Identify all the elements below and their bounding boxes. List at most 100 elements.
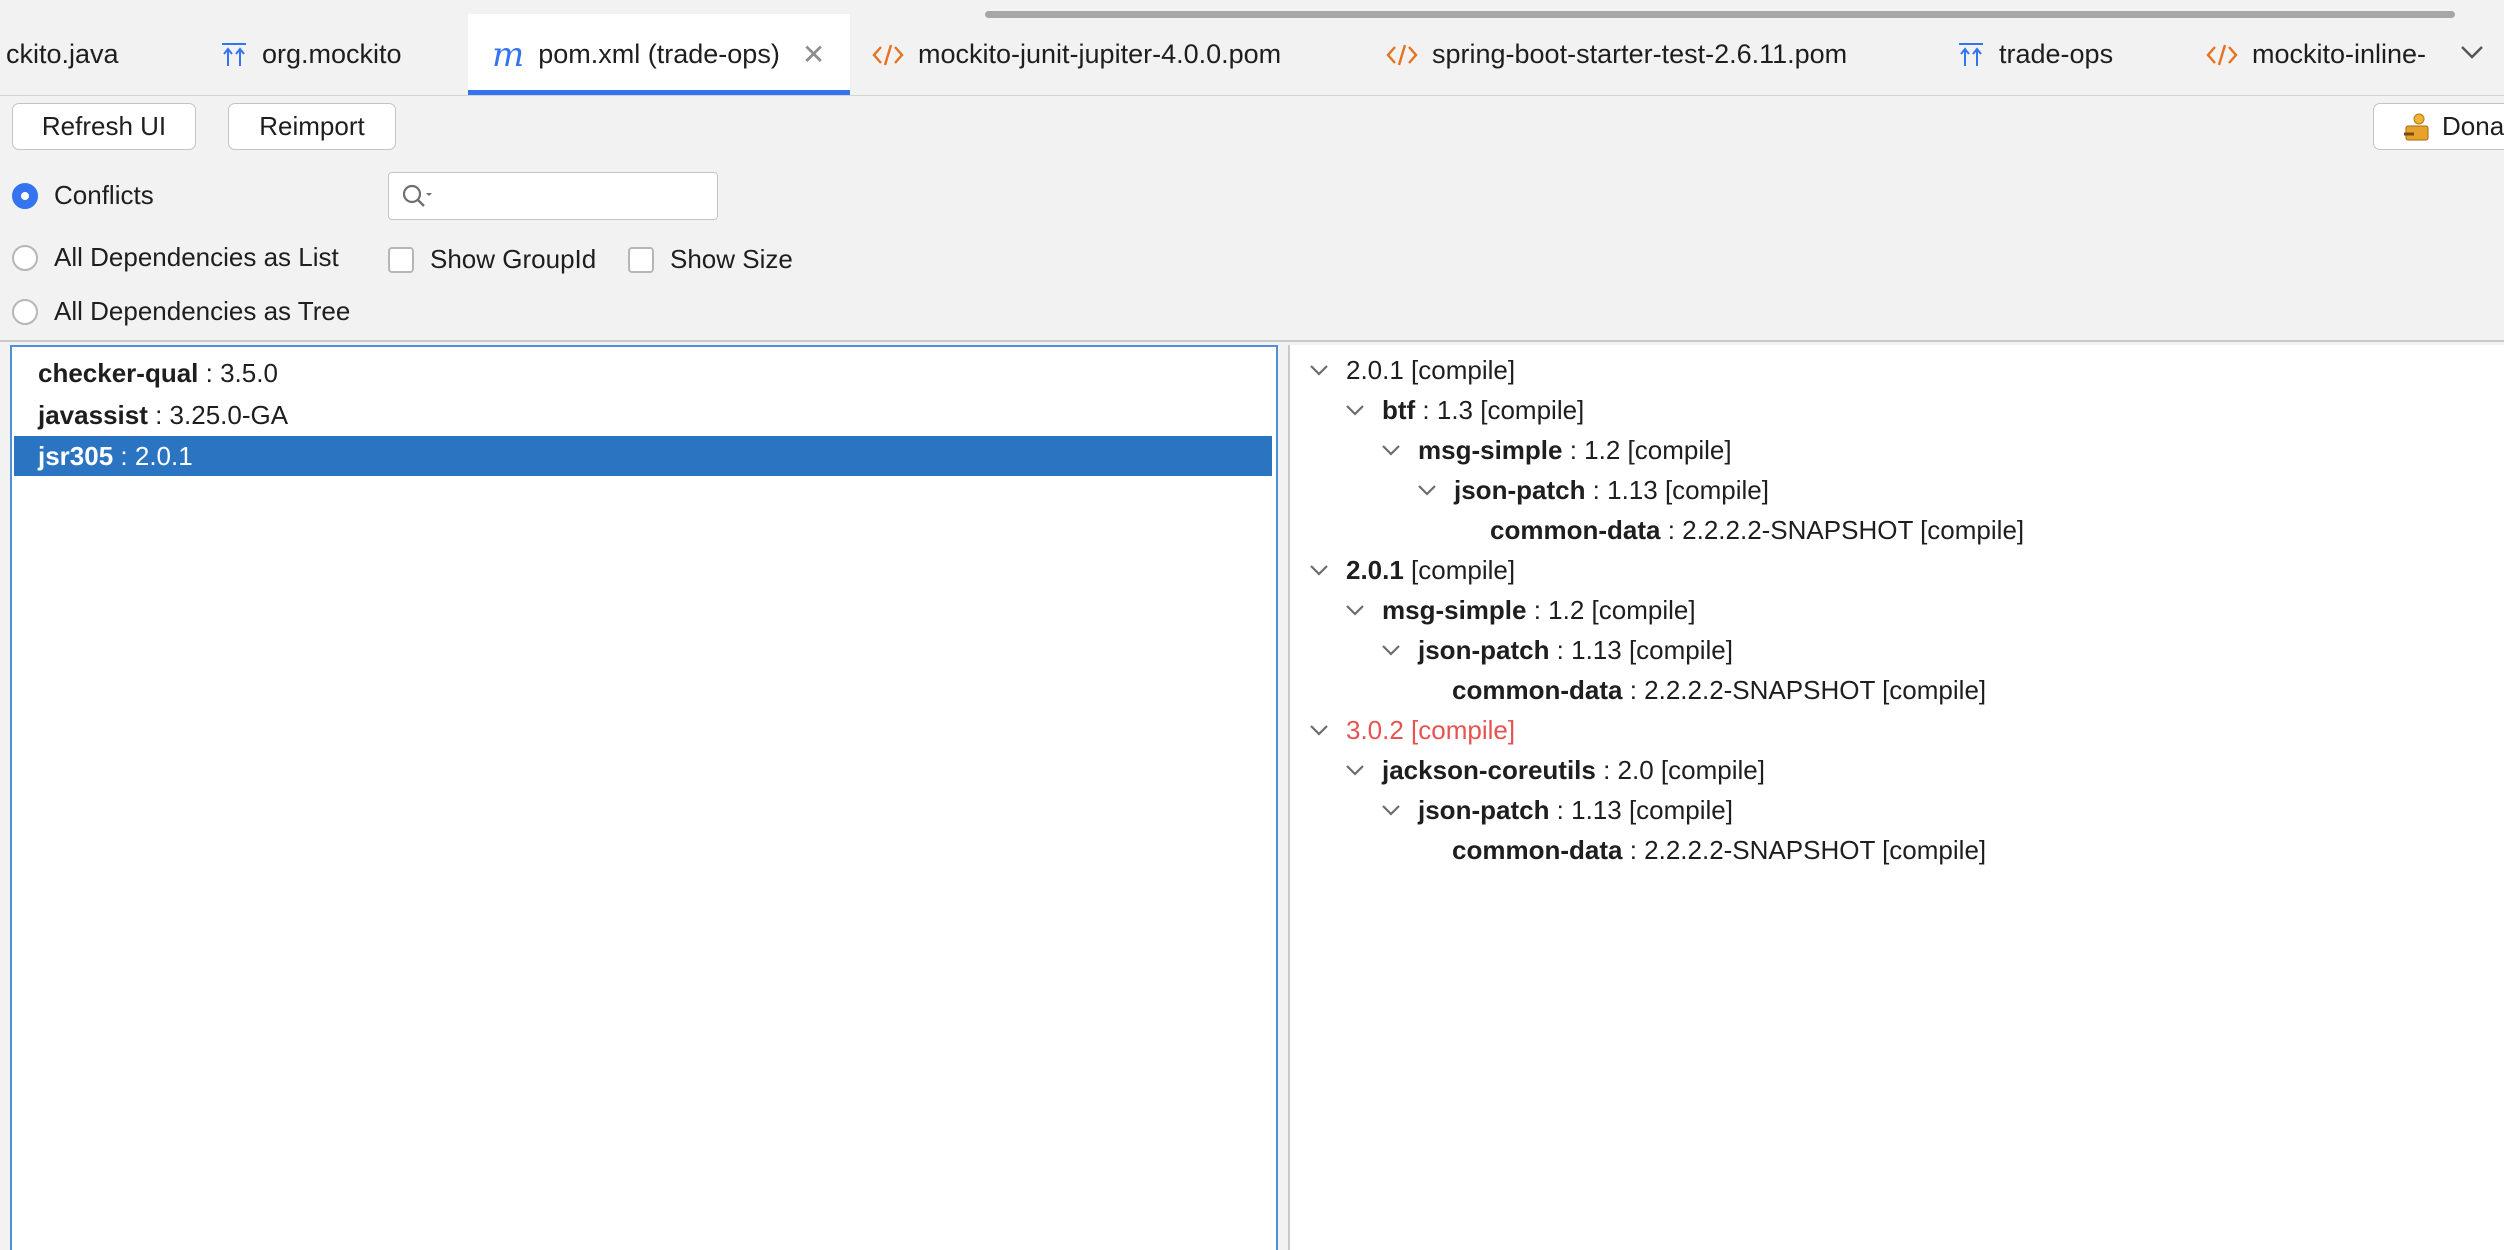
module-icon — [220, 42, 248, 68]
tree-node-conflict[interactable]: 3.0.2 [compile] — [1304, 710, 1515, 750]
tree-node[interactable]: msg-simple : 1.2 [compile] — [1376, 430, 1732, 470]
search-field[interactable] — [388, 172, 718, 220]
node-detail: [compile] — [1403, 554, 1516, 585]
reimport-label: Reimport — [259, 111, 365, 141]
chevron-down-icon[interactable] — [1304, 715, 1334, 745]
dependency-version: : 3.5.0 — [198, 357, 278, 388]
show-groupid-checkbox[interactable]: Show GroupId — [388, 244, 596, 275]
chevron-down-icon[interactable] — [1376, 635, 1406, 665]
tree-node[interactable]: common-data : 2.2.2.2-SNAPSHOT [compile] — [1490, 510, 2024, 550]
chevron-down-icon[interactable] — [1340, 595, 1370, 625]
chevron-down-icon[interactable] — [1304, 555, 1334, 585]
radio-button[interactable] — [12, 182, 38, 209]
dependency-usage-tree[interactable]: 2.0.1 [compile] btf : 1.3 [compile] msg-… — [1288, 345, 2504, 1250]
chevron-down-icon[interactable] — [1412, 475, 1442, 505]
checkbox[interactable] — [388, 246, 414, 273]
show-size-checkbox[interactable]: Show Size — [628, 244, 793, 275]
node-name: common-data — [1490, 514, 1661, 545]
tree-label: All Dependencies as Tree — [54, 296, 351, 326]
xml-file-icon — [2206, 42, 2238, 68]
chevron-down-icon[interactable] — [1376, 795, 1406, 825]
tree-node[interactable]: common-data : 2.2.2.2-SNAPSHOT [compile] — [1452, 830, 1986, 870]
node-name: jackson-coreutils — [1382, 754, 1596, 785]
tree-node[interactable]: jackson-coreutils : 2.0 [compile] — [1340, 750, 1765, 790]
chevron-down-icon[interactable] — [1340, 395, 1370, 425]
xml-file-icon — [1386, 42, 1418, 68]
tab-label: org.mockito — [262, 39, 402, 69]
node-detail: : 2.0 [compile] — [1595, 754, 1765, 785]
tab-mockito-junit-jupiter-pom[interactable]: mockito-junit-jupiter-4.0.0.pom — [850, 14, 1360, 95]
panel-divider — [0, 340, 2504, 342]
node-name: json-patch — [1418, 794, 1550, 825]
list-label: All Dependencies as List — [54, 242, 339, 272]
list-item[interactable]: javassist : 3.25.0-GA — [14, 395, 1272, 435]
tab-label: spring-boot-starter-test-2.6.11.pom — [1432, 39, 1848, 69]
node-detail: : 2.2.2.2-SNAPSHOT [compile] — [1622, 834, 1987, 865]
tab-org-mockito[interactable]: org.mockito — [200, 14, 468, 95]
node-detail: : 1.13 [compile] — [1549, 634, 1733, 665]
refresh-ui-button[interactable]: Refresh UI — [12, 103, 196, 150]
donate-icon — [2402, 112, 2432, 142]
tree-node[interactable]: 2.0.1 [compile] — [1304, 350, 1515, 390]
tree-node[interactable]: common-data : 2.2.2.2-SNAPSHOT [compile] — [1452, 670, 1986, 710]
node-name: common-data — [1452, 834, 1623, 865]
node-detail: 2.0.1 [compile] — [1346, 354, 1516, 385]
checkbox[interactable] — [628, 246, 654, 273]
tab-mockito-inline[interactable]: mockito-inline- — [2190, 14, 2460, 95]
tab-label: pom.xml (trade-ops) — [538, 39, 780, 69]
dependency-name: checker-qual — [38, 357, 199, 388]
refresh-ui-label: Refresh UI — [41, 111, 167, 141]
tree-node[interactable]: json-patch : 1.13 [compile] — [1376, 790, 1733, 830]
tree-node[interactable]: msg-simple : 1.2 [compile] — [1340, 590, 1696, 630]
tab-label: mockito-junit-jupiter-4.0.0.pom — [918, 39, 1282, 69]
dependency-name: javassist — [38, 399, 148, 430]
donate-label: Dona — [2442, 111, 2504, 141]
node-detail: : 1.13 [compile] — [1585, 474, 1769, 505]
radio-button[interactable] — [12, 244, 38, 271]
dependency-version: : 2.0.1 — [113, 440, 193, 471]
view-list-radio[interactable]: All Dependencies as List — [12, 242, 339, 273]
node-detail: : 1.2 [compile] — [1526, 594, 1696, 625]
conflicts-label: Conflicts — [54, 180, 154, 210]
show-groupid-label: Show GroupId — [430, 244, 597, 274]
tree-node[interactable]: 2.0.1 [compile] — [1304, 550, 1515, 590]
chevron-down-icon[interactable] — [1376, 435, 1406, 465]
node-detail: : 2.2.2.2-SNAPSHOT [compile] — [1660, 514, 2025, 545]
chevron-down-icon[interactable] — [1340, 755, 1370, 785]
editor-tab-bar: ckito.java org.mockito m pom.xml (trade-… — [0, 0, 2504, 96]
node-name: json-patch — [1454, 474, 1586, 505]
tree-node[interactable]: btf : 1.3 [compile] — [1340, 390, 1584, 430]
search-input[interactable] — [437, 179, 711, 215]
list-item[interactable]: checker-qual : 3.5.0 — [14, 353, 1272, 393]
tree-node[interactable]: json-patch : 1.13 [compile] — [1412, 470, 1769, 510]
list-item-selected[interactable]: jsr305 : 2.0.1 — [14, 436, 1272, 476]
tab-trade-ops[interactable]: trade-ops — [1940, 14, 2190, 95]
radio-button[interactable] — [12, 298, 38, 325]
tab-mockito-java[interactable]: ckito.java — [0, 14, 200, 95]
chevron-down-icon[interactable] — [1304, 355, 1334, 385]
node-detail: : 2.2.2.2-SNAPSHOT [compile] — [1622, 674, 1987, 705]
node-detail: 3.0.2 [compile] — [1346, 714, 1516, 745]
node-detail: : 1.13 [compile] — [1549, 794, 1733, 825]
conflict-dependency-list[interactable]: checker-qual : 3.5.0 javassist : 3.25.0-… — [10, 345, 1278, 1250]
close-icon[interactable]: ✕ — [802, 38, 825, 71]
view-tree-radio[interactable]: All Dependencies as Tree — [12, 296, 350, 327]
node-name: 2.0.1 — [1346, 554, 1404, 585]
chevron-down-icon[interactable] — [2452, 32, 2492, 72]
view-conflicts-radio[interactable]: Conflicts — [12, 180, 154, 211]
tab-label: mockito-inline- — [2252, 39, 2427, 69]
node-name: common-data — [1452, 674, 1623, 705]
node-detail: : 1.2 [compile] — [1562, 434, 1732, 465]
tab-label: ckito.java — [6, 39, 119, 69]
tab-spring-boot-starter-test-pom[interactable]: spring-boot-starter-test-2.6.11.pom — [1360, 14, 1940, 95]
tab-list: ckito.java org.mockito m pom.xml (trade-… — [0, 0, 2460, 95]
donate-button[interactable]: Dona — [2373, 103, 2504, 150]
reimport-button[interactable]: Reimport — [228, 103, 396, 150]
tab-pom-xml[interactable]: m pom.xml (trade-ops) ✕ — [468, 14, 850, 95]
node-name: msg-simple — [1418, 434, 1563, 465]
xml-file-icon — [872, 42, 904, 68]
show-size-label: Show Size — [670, 244, 793, 274]
node-detail: : 1.3 [compile] — [1415, 394, 1585, 425]
dependency-name: jsr305 — [38, 440, 114, 471]
tree-node[interactable]: json-patch : 1.13 [compile] — [1376, 630, 1733, 670]
